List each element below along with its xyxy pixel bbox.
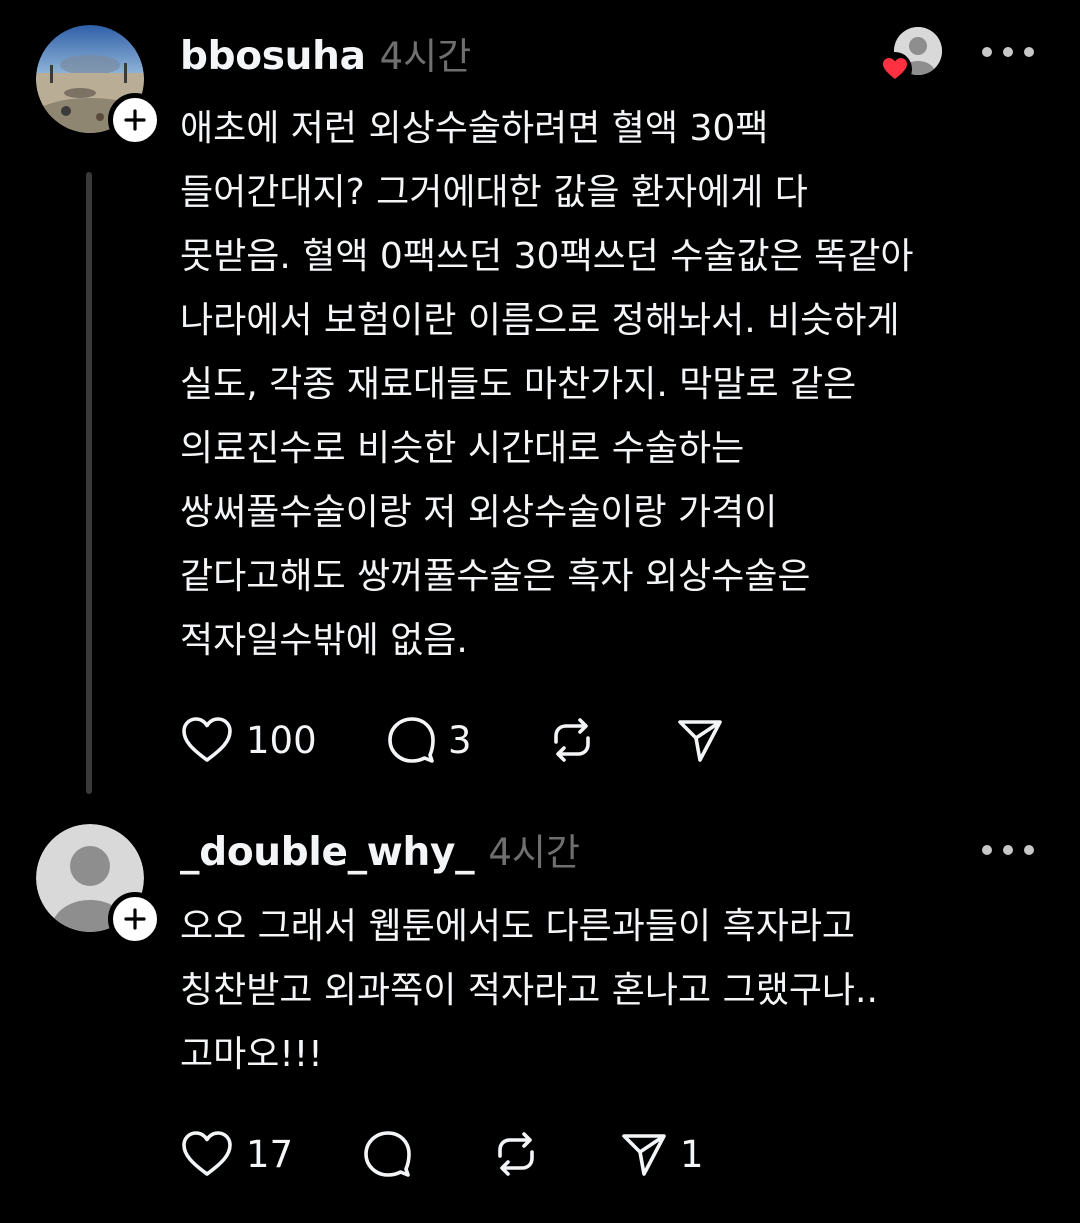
liked-by-indicator[interactable]	[878, 24, 946, 86]
more-options-button[interactable]	[982, 37, 1034, 67]
thread-post: _double_why_ 4시간 오오 그래서 웹툰에서도 다른과들이 흑자라고…	[0, 812, 1080, 1223]
heart-icon	[182, 717, 232, 762]
author-avatar-container[interactable]	[36, 824, 162, 946]
timestamp: 4시간	[379, 35, 472, 78]
repost-icon	[554, 718, 590, 762]
liked-heart-icon	[878, 52, 912, 86]
more-dot	[1024, 845, 1034, 855]
follow-button[interactable]	[108, 93, 162, 147]
send-icon	[678, 720, 722, 762]
post-header: _double_why_ 4시간	[180, 822, 580, 878]
send-icon	[622, 1134, 666, 1176]
comment-bubble-icon	[364, 1131, 411, 1177]
like-button[interactable]: 17	[180, 1129, 362, 1179]
thread-post: bbosuha 4시간 애초에 저런 외상수술하려면 혈액 30팩 들어간대지?…	[0, 0, 1080, 812]
reply-button[interactable]	[362, 1129, 492, 1179]
comment-bubble-icon	[388, 717, 435, 763]
repost-button[interactable]	[492, 1130, 620, 1178]
like-count: 17	[246, 1132, 294, 1176]
more-dots-icon	[982, 47, 992, 57]
more-dot	[1024, 47, 1034, 57]
like-count: 100	[246, 718, 317, 762]
more-dot	[1003, 47, 1013, 57]
username[interactable]: _double_why_	[180, 830, 475, 875]
share-button[interactable]	[676, 716, 724, 764]
more-dot	[1003, 845, 1013, 855]
share-button[interactable]: 1	[620, 1130, 704, 1178]
post-actions: 100 3	[180, 712, 724, 768]
share-count: 1	[680, 1132, 704, 1176]
plus-icon	[124, 908, 146, 930]
heart-icon	[182, 1131, 232, 1176]
repost-icon	[498, 1132, 534, 1176]
author-avatar-container[interactable]	[36, 25, 162, 147]
post-body: 애초에 저런 외상수술하려면 혈액 30팩 들어간대지? 그거에대한 값을 환자…	[180, 108, 914, 661]
reply-button[interactable]: 3	[386, 715, 548, 765]
plus-icon	[124, 109, 146, 131]
reply-count: 3	[448, 718, 472, 762]
post-body: 오오 그래서 웹툰에서도 다른과들이 흑자라고 칭찬받고 외과쪽이 적자라고 혼…	[180, 906, 878, 1075]
thread-connector-line	[86, 172, 92, 794]
timestamp: 4시간	[488, 831, 580, 874]
repost-button[interactable]	[548, 716, 676, 764]
username[interactable]: bbosuha	[180, 34, 366, 79]
post-actions: 17 1	[180, 1126, 704, 1182]
more-dots-icon	[982, 845, 992, 855]
follow-button[interactable]	[108, 892, 162, 946]
more-options-button[interactable]	[982, 835, 1034, 865]
like-button[interactable]: 100	[180, 715, 386, 765]
post-header: bbosuha 4시간	[180, 26, 471, 82]
